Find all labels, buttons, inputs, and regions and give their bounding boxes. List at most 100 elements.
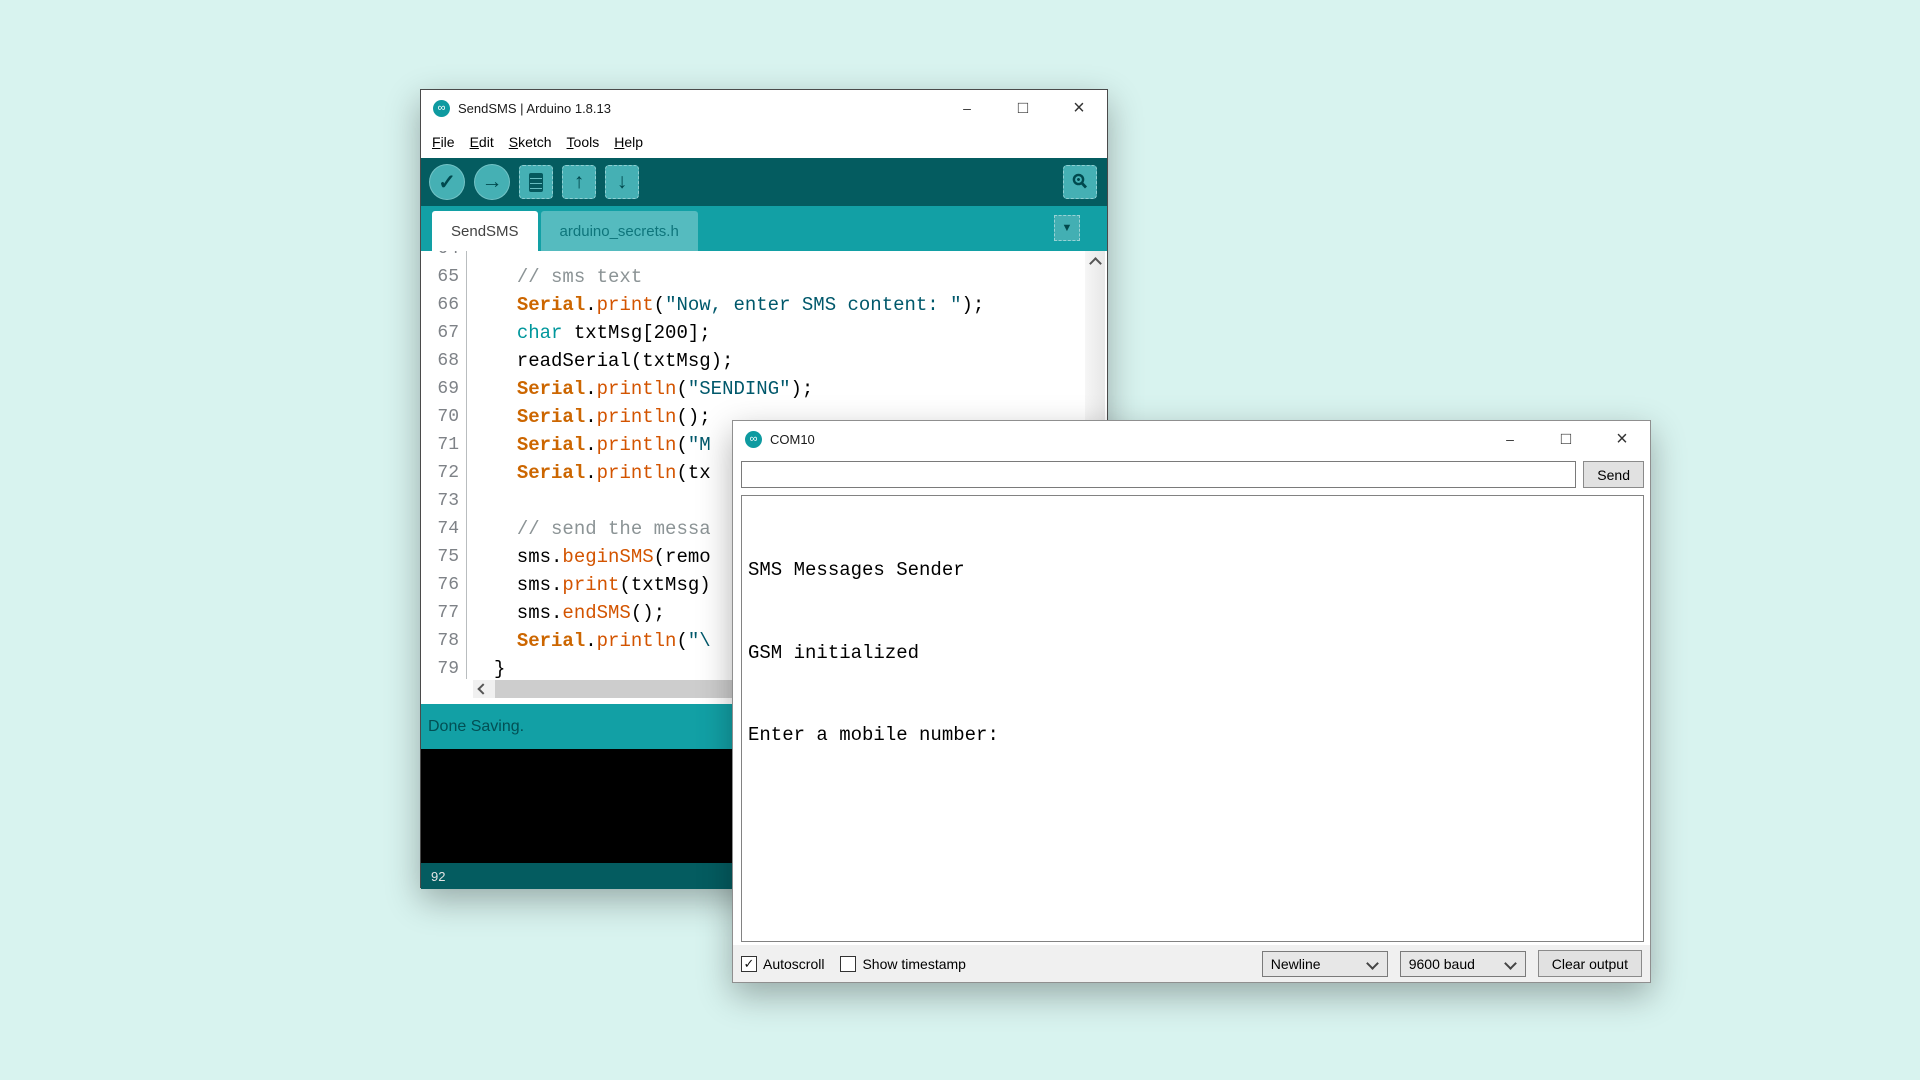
code-text: Serial.print("Now, enter SMS content: ")… bbox=[467, 291, 984, 319]
line-number: 70 bbox=[421, 403, 467, 431]
line-number: 77 bbox=[421, 599, 467, 627]
status-message: Done Saving. bbox=[428, 718, 524, 736]
line-number: 66 bbox=[421, 291, 467, 319]
cursor-line-indicator: 92 bbox=[431, 869, 445, 884]
code-text: Serial.println(tx bbox=[467, 459, 711, 487]
code-text: readSerial(txtMsg); bbox=[467, 347, 733, 375]
serial-output-line: Enter a mobile number: bbox=[748, 722, 1637, 750]
baud-rate-value: 9600 baud bbox=[1409, 956, 1475, 972]
save-button[interactable]: ↓ bbox=[605, 165, 639, 199]
code-text: sms.print(txtMsg) bbox=[467, 571, 711, 599]
close-button[interactable]: × bbox=[1051, 90, 1107, 126]
open-button[interactable]: ↑ bbox=[562, 165, 596, 199]
line-number: 64 bbox=[421, 251, 467, 263]
autoscroll-checkbox[interactable]: ✓ bbox=[741, 956, 757, 972]
serial-monitor-button[interactable] bbox=[1063, 165, 1097, 199]
code-line: 68 readSerial(txtMsg); bbox=[421, 347, 1085, 375]
new-sketch-button[interactable] bbox=[519, 165, 553, 199]
scrollbar-thumb[interactable] bbox=[495, 680, 763, 698]
maximize-button[interactable]: □ bbox=[1538, 421, 1594, 457]
menu-bar: File Edit Sketch Tools Help bbox=[421, 126, 1107, 158]
code-line: 66 Serial.print("Now, enter SMS content:… bbox=[421, 291, 1085, 319]
arrow-down-icon: ↓ bbox=[617, 170, 628, 194]
ide-window-title: SendSMS | Arduino 1.8.13 bbox=[458, 101, 611, 116]
menu-help[interactable]: Help bbox=[614, 134, 643, 150]
document-icon bbox=[529, 173, 543, 192]
code-text: } bbox=[467, 655, 505, 679]
code-text bbox=[467, 487, 494, 515]
code-line: 67 char txtMsg[200]; bbox=[421, 319, 1085, 347]
line-ending-select[interactable]: Newline bbox=[1262, 951, 1388, 977]
minimize-button[interactable]: – bbox=[939, 90, 995, 126]
tab-arduino-secrets[interactable]: arduino_secrets.h bbox=[541, 211, 698, 251]
scroll-up-icon bbox=[1089, 257, 1102, 270]
monitor-window-title: COM10 bbox=[770, 432, 815, 447]
line-number: 69 bbox=[421, 375, 467, 403]
ide-title-bar: ∞ SendSMS | Arduino 1.8.13 – □ × bbox=[421, 90, 1107, 126]
line-number: 78 bbox=[421, 627, 467, 655]
ide-window-controls: – □ × bbox=[939, 90, 1107, 126]
arduino-logo-icon: ∞ bbox=[745, 431, 762, 448]
monitor-title-bar: ∞ COM10 – □ × bbox=[733, 421, 1650, 457]
serial-input[interactable] bbox=[741, 461, 1576, 488]
code-text: // send the messa bbox=[467, 515, 711, 543]
code-text: Serial.println(); bbox=[467, 403, 711, 431]
serial-output-line: SMS Messages Sender bbox=[748, 557, 1637, 585]
code-line: 69 Serial.println("SENDING"); bbox=[421, 375, 1085, 403]
line-number: 72 bbox=[421, 459, 467, 487]
close-button[interactable]: × bbox=[1594, 421, 1650, 457]
code-line: 65 // sms text bbox=[421, 263, 1085, 291]
menu-tools[interactable]: Tools bbox=[567, 134, 600, 150]
verify-button[interactable]: ✓ bbox=[429, 164, 465, 200]
line-number: 73 bbox=[421, 487, 467, 515]
baud-rate-select[interactable]: 9600 baud bbox=[1400, 951, 1526, 977]
tab-list-button[interactable]: ▼ bbox=[1054, 215, 1080, 241]
code-text: sms.endSMS(); bbox=[467, 599, 665, 627]
code-text: Serial.println("SENDING"); bbox=[467, 375, 813, 403]
code-text: Serial.println("\ bbox=[467, 627, 711, 655]
code-line: 64 bbox=[421, 251, 1085, 263]
line-number: 71 bbox=[421, 431, 467, 459]
line-number: 75 bbox=[421, 543, 467, 571]
line-number: 68 bbox=[421, 347, 467, 375]
chevron-down-icon: ▼ bbox=[1062, 222, 1073, 234]
line-number: 65 bbox=[421, 263, 467, 291]
menu-sketch[interactable]: Sketch bbox=[509, 134, 552, 150]
scroll-left-icon bbox=[477, 683, 488, 694]
code-text: // sms text bbox=[467, 263, 642, 291]
arrow-right-icon: → bbox=[482, 170, 503, 194]
menu-file[interactable]: File bbox=[432, 134, 455, 150]
serial-input-row: Send bbox=[741, 461, 1644, 488]
show-timestamp-label: Show timestamp bbox=[862, 956, 965, 972]
arduino-logo-icon: ∞ bbox=[433, 100, 450, 117]
checkmark-icon: ✓ bbox=[744, 956, 755, 972]
line-number: 79 bbox=[421, 655, 467, 679]
code-text: Serial.println("M bbox=[467, 431, 711, 459]
monitor-bottom-bar: ✓ Autoscroll ✓ Show timestamp Newline 96… bbox=[733, 945, 1650, 982]
clear-output-button[interactable]: Clear output bbox=[1538, 950, 1642, 977]
magnifier-icon bbox=[1070, 172, 1090, 192]
serial-monitor-window: ∞ COM10 – □ × Send SMS Messages Sender G… bbox=[732, 420, 1651, 983]
code-text bbox=[467, 251, 494, 263]
send-button[interactable]: Send bbox=[1583, 461, 1644, 488]
code-text: sms.beginSMS(remo bbox=[467, 543, 711, 571]
check-icon: ✓ bbox=[438, 170, 456, 195]
tab-bar: SendSMS arduino_secrets.h ▼ bbox=[421, 206, 1107, 251]
maximize-button[interactable]: □ bbox=[995, 90, 1051, 126]
arrow-up-icon: ↑ bbox=[574, 170, 585, 194]
monitor-window-controls: – □ × bbox=[1482, 421, 1650, 457]
autoscroll-label: Autoscroll bbox=[763, 956, 824, 972]
serial-output-line: GSM initialized bbox=[748, 640, 1637, 668]
menu-edit[interactable]: Edit bbox=[470, 134, 494, 150]
upload-button[interactable]: → bbox=[474, 164, 510, 200]
tab-sendsms[interactable]: SendSMS bbox=[432, 211, 538, 251]
ide-toolbar: ✓ → ↑ ↓ bbox=[421, 158, 1107, 206]
show-timestamp-checkbox[interactable]: ✓ bbox=[840, 956, 856, 972]
line-number: 67 bbox=[421, 319, 467, 347]
line-ending-value: Newline bbox=[1271, 956, 1321, 972]
serial-output-area[interactable]: SMS Messages Sender GSM initialized Ente… bbox=[741, 495, 1644, 942]
code-text: char txtMsg[200]; bbox=[467, 319, 711, 347]
line-number: 76 bbox=[421, 571, 467, 599]
line-number: 74 bbox=[421, 515, 467, 543]
minimize-button[interactable]: – bbox=[1482, 421, 1538, 457]
